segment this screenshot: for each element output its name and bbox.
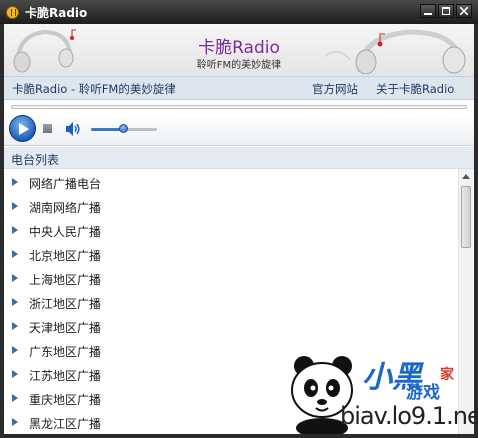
expand-arrow-icon	[12, 370, 18, 378]
station-label: 黑龙江区广播	[29, 417, 102, 431]
minimize-icon	[424, 13, 432, 15]
progress-bar[interactable]	[11, 105, 467, 109]
official-site-link[interactable]: 官方网站	[312, 81, 358, 97]
close-button[interactable]	[456, 4, 472, 18]
expand-arrow-icon	[12, 250, 18, 258]
watermark-game: 游戏	[406, 383, 440, 403]
app-icon	[6, 5, 19, 19]
maximize-icon	[442, 7, 450, 15]
expand-arrow-icon	[12, 394, 18, 402]
list-item[interactable]: 中央人民广播	[4, 218, 456, 242]
list-item[interactable]: 北京地区广播	[4, 242, 456, 266]
stop-button[interactable]	[43, 124, 52, 133]
player-controls	[4, 112, 474, 146]
volume-knob[interactable]	[119, 124, 128, 133]
list-item[interactable]: 湖南网络广播	[4, 194, 456, 218]
minimize-button[interactable]	[420, 4, 436, 18]
station-label: 网络广播电台	[29, 177, 102, 191]
expand-arrow-icon	[12, 298, 18, 306]
close-icon	[460, 7, 468, 15]
about-link[interactable]: 关于卡脆Radio	[376, 81, 454, 97]
expand-arrow-icon	[12, 346, 18, 354]
play-icon	[19, 123, 29, 135]
list-item[interactable]: 浙江地区广播	[4, 290, 456, 314]
station-label: 重庆地区广播	[29, 393, 102, 407]
station-list-title: 电台列表	[11, 153, 60, 167]
speaker-icon[interactable]	[65, 121, 81, 137]
expand-arrow-icon	[12, 178, 18, 186]
station-label: 江苏地区广播	[29, 369, 102, 383]
header-banner: 卡脆Radio 聆听FM的美妙旋律	[4, 24, 474, 76]
play-button[interactable]	[9, 115, 36, 142]
station-label: 浙江地区广播	[29, 297, 102, 311]
watermark-home: 家	[440, 367, 454, 383]
station-label: 湖南网络广播	[29, 201, 102, 215]
station-list-header: 电台列表	[4, 147, 474, 169]
station-label: 广东地区广播	[29, 345, 102, 359]
title-bar[interactable]: 卡脆Radio	[0, 0, 478, 24]
station-label: 北京地区广播	[29, 249, 102, 263]
station-label: 中央人民广播	[29, 225, 102, 239]
list-item[interactable]: 上海地区广播	[4, 266, 456, 290]
station-label: 上海地区广播	[29, 273, 102, 287]
maximize-button[interactable]	[438, 4, 454, 18]
list-item[interactable]: 网络广播电台	[4, 170, 456, 194]
expand-arrow-icon	[12, 418, 18, 426]
expand-arrow-icon	[12, 274, 18, 282]
list-item[interactable]: 天津地区广播	[4, 314, 456, 338]
scroll-up-arrow-icon[interactable]	[462, 174, 470, 179]
expand-arrow-icon	[12, 322, 18, 330]
scroll-thumb[interactable]	[461, 186, 471, 248]
expand-arrow-icon	[12, 226, 18, 234]
watermark-url: biav.lo9.1.net	[340, 402, 478, 430]
nav-bar: 卡脆Radio - 聆听FM的美妙旋律 官方网站 关于卡脆Radio	[4, 76, 474, 100]
site-watermark: 小黑 家 游戏 biav.lo9.1.net	[282, 352, 478, 434]
expand-arrow-icon	[12, 202, 18, 210]
volume-slider[interactable]	[91, 124, 157, 133]
window-title: 卡脆Radio	[25, 5, 88, 20]
station-label: 天津地区广播	[29, 321, 102, 335]
window-controls	[420, 4, 472, 18]
headphones-icon	[324, 29, 466, 74]
app-window: 卡脆Radio 卡脆Radio 聆听FM的美妙旋律 卡脆Radio - 聆听FM…	[0, 0, 478, 438]
nav-brand-text: 卡脆Radio - 聆听FM的美妙旋律	[12, 82, 176, 96]
